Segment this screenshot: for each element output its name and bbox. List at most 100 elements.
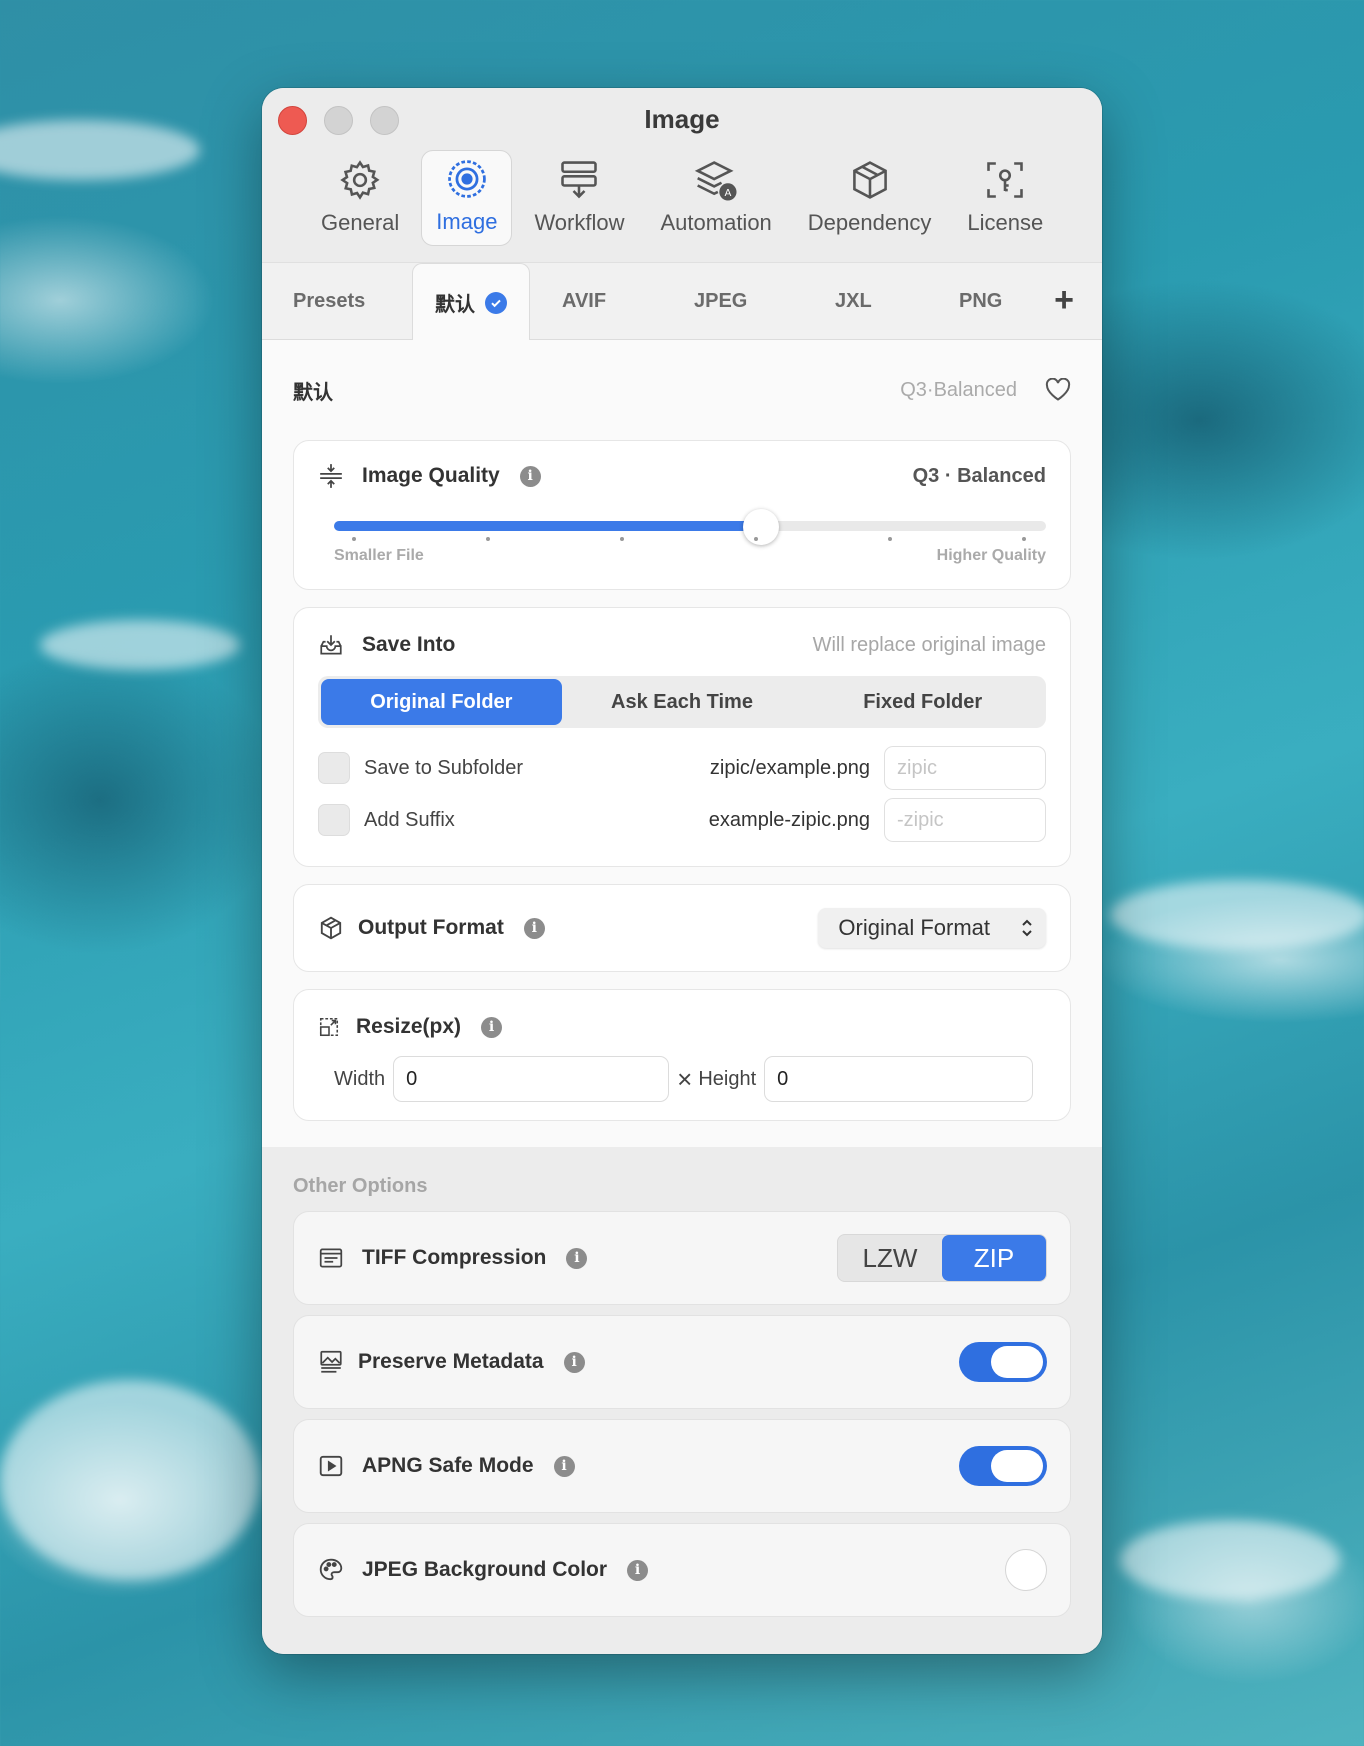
heart-icon[interactable] bbox=[1045, 378, 1071, 402]
quality-slider[interactable] bbox=[334, 509, 1046, 545]
chevron-updown-icon bbox=[1022, 919, 1032, 937]
save-into-hint: Will replace original image bbox=[812, 633, 1046, 656]
resize-card: Resize(px) i Width 0 × Height 0 bbox=[293, 989, 1071, 1121]
background-foam bbox=[1110, 880, 1364, 950]
resize-icon bbox=[319, 1017, 339, 1037]
suffix-label: Add Suffix bbox=[364, 808, 455, 831]
info-icon[interactable]: i bbox=[563, 1351, 585, 1373]
suffix-row: Add Suffix example-zipic.png -zipic bbox=[318, 794, 1046, 846]
tab-avif[interactable]: AVIF bbox=[562, 263, 606, 340]
width-label: Width bbox=[334, 1067, 386, 1090]
compress-icon bbox=[320, 464, 342, 488]
background-foam bbox=[40, 620, 240, 670]
tiff-compression-title: TIFF Compression bbox=[362, 1246, 547, 1269]
original-folder-option[interactable]: Original Folder bbox=[321, 679, 562, 725]
save-into-title: Save Into bbox=[362, 633, 456, 656]
tab-jpeg[interactable]: JPEG bbox=[694, 263, 747, 340]
suffix-example: example-zipic.png bbox=[708, 808, 870, 831]
background-foam bbox=[0, 1380, 260, 1580]
info-icon[interactable]: i bbox=[519, 465, 541, 487]
photo-info-icon bbox=[320, 1350, 342, 1373]
info-icon[interactable]: i bbox=[566, 1247, 588, 1269]
quality-slider-knob[interactable] bbox=[743, 509, 780, 545]
palette-icon bbox=[319, 1558, 343, 1581]
fixed-folder-option[interactable]: Fixed Folder bbox=[802, 679, 1043, 725]
save-into-card: Save Into Will replace original image Or… bbox=[293, 607, 1071, 867]
quality-value: Q3 · Balanced bbox=[912, 464, 1046, 487]
info-icon[interactable]: i bbox=[523, 917, 545, 939]
quality-slider-fill bbox=[334, 521, 762, 531]
zip-option[interactable]: ZIP bbox=[942, 1235, 1046, 1281]
preset-header: 默认 Q3·Balanced bbox=[293, 340, 1071, 440]
layers-icon: A bbox=[694, 161, 737, 201]
title-bar: Image General Image Workflow A Automatio… bbox=[262, 88, 1102, 263]
preset-tabs: Presets 默认 AVIF JPEG JXL PNG + bbox=[262, 263, 1102, 341]
subfolder-example: zipic/example.png bbox=[709, 756, 870, 779]
output-format-card: Output Format i Original Format bbox=[293, 884, 1071, 972]
toolbar-workflow[interactable]: Workflow bbox=[520, 150, 638, 246]
background-color-well[interactable] bbox=[1005, 1549, 1047, 1591]
subfolder-label: Save to Subfolder bbox=[364, 756, 523, 779]
other-options-title: Other Options bbox=[293, 1174, 428, 1197]
toolbar-dependency[interactable]: Dependency bbox=[794, 150, 946, 246]
info-icon[interactable]: i bbox=[481, 1016, 503, 1038]
tray-download-icon bbox=[320, 635, 342, 655]
width-input[interactable]: 0 bbox=[393, 1056, 670, 1102]
target-icon bbox=[448, 160, 486, 198]
document-icon bbox=[319, 1248, 343, 1268]
settings-window: Image General Image Workflow A Automatio… bbox=[262, 88, 1102, 1654]
tab-png[interactable]: PNG bbox=[959, 263, 1002, 340]
slider-max-label: Higher Quality bbox=[936, 547, 1046, 564]
cube-icon bbox=[320, 916, 342, 940]
checkmark-icon bbox=[485, 291, 507, 314]
preserve-metadata-title: Preserve Metadata bbox=[358, 1350, 544, 1373]
toolbar: General Image Workflow A Automation Depe… bbox=[307, 150, 1057, 246]
toolbar-image[interactable]: Image bbox=[421, 150, 513, 246]
preserve-metadata-toggle[interactable] bbox=[959, 1342, 1047, 1382]
suffix-input[interactable]: -zipic bbox=[884, 798, 1046, 842]
output-format-title: Output Format bbox=[358, 916, 504, 939]
tab-jxl[interactable]: JXL bbox=[835, 263, 872, 340]
tiff-compression-selector: LZW ZIP bbox=[837, 1234, 1047, 1282]
preserve-metadata-card: Preserve Metadata i bbox=[293, 1315, 1071, 1409]
subfolder-checkbox[interactable] bbox=[318, 752, 350, 784]
preset-quality-summary: Q3·Balanced bbox=[900, 378, 1017, 401]
height-label: Height bbox=[698, 1067, 757, 1090]
key-icon bbox=[987, 162, 1024, 198]
image-quality-title: Image Quality bbox=[362, 464, 500, 487]
preset-name: 默认 bbox=[293, 381, 333, 404]
box-icon bbox=[852, 161, 887, 199]
lzw-option[interactable]: LZW bbox=[838, 1235, 942, 1281]
workflow-icon bbox=[561, 161, 598, 199]
subfolder-input[interactable]: zipic bbox=[884, 746, 1046, 790]
add-preset-button[interactable]: + bbox=[1054, 281, 1074, 320]
info-icon[interactable]: i bbox=[553, 1455, 575, 1477]
jpeg-background-card: JPEG Background Color i bbox=[293, 1523, 1071, 1617]
times-icon: × bbox=[677, 1063, 693, 1094]
presets-label: Presets bbox=[293, 290, 366, 312]
apng-safe-mode-title: APNG Safe Mode bbox=[362, 1454, 534, 1477]
toolbar-automation[interactable]: A Automation bbox=[647, 150, 786, 246]
resize-title: Resize(px) bbox=[356, 1015, 462, 1038]
toolbar-general[interactable]: General bbox=[307, 150, 413, 246]
preset-content: 默认 Q3·Balanced Image Quality i Q3 · Bala… bbox=[262, 340, 1102, 1147]
tiff-compression-card: TIFF Compression i LZW ZIP bbox=[293, 1211, 1071, 1305]
subfolder-row: Save to Subfolder zipic/example.png zipi… bbox=[318, 742, 1046, 794]
background-foam bbox=[1120, 1520, 1340, 1600]
other-options-section: Other Options TIFF Compression i LZW ZIP bbox=[262, 1147, 1102, 1654]
ask-each-time-option[interactable]: Ask Each Time bbox=[562, 679, 803, 725]
suffix-checkbox[interactable] bbox=[318, 804, 350, 836]
svg-text:A: A bbox=[725, 188, 732, 199]
apng-safe-mode-card: APNG Safe Mode i bbox=[293, 1419, 1071, 1513]
save-location-selector: Original Folder Ask Each Time Fixed Fold… bbox=[318, 676, 1046, 728]
window-title: Image bbox=[644, 104, 720, 134]
toolbar-license[interactable]: License bbox=[953, 150, 1057, 246]
info-icon[interactable]: i bbox=[627, 1559, 649, 1581]
output-format-select[interactable]: Original Format bbox=[818, 908, 1046, 948]
slider-min-label: Smaller File bbox=[334, 547, 424, 564]
tab-default[interactable]: 默认 bbox=[412, 263, 530, 341]
background-foam bbox=[0, 120, 200, 180]
apng-safe-mode-toggle[interactable] bbox=[959, 1446, 1047, 1486]
height-input[interactable]: 0 bbox=[764, 1056, 1034, 1102]
jpeg-background-title: JPEG Background Color bbox=[362, 1558, 608, 1581]
